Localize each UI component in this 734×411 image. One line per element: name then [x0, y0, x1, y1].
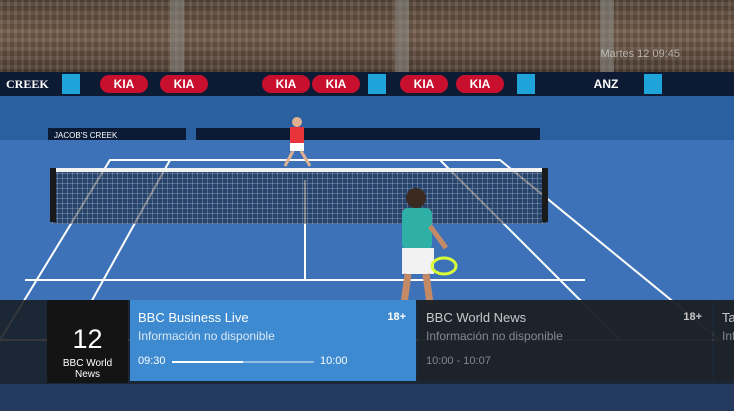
tournament-logo-icon — [644, 74, 662, 94]
program-info: Información no disponible — [138, 329, 275, 343]
tennis-net — [52, 168, 546, 224]
program-card-current[interactable]: BBC Business Live 18+ Información no dis… — [130, 300, 416, 381]
age-rating-badge: 18+ — [683, 311, 702, 323]
program-progress-bar — [172, 361, 314, 363]
sponsor-banner: CREEK KIA KIA KIA KIA KIA KIA ANZ — [0, 72, 734, 96]
banner-kia: KIA — [312, 75, 360, 93]
stadium-stairs — [395, 0, 409, 74]
program-info: Info — [722, 329, 734, 343]
tournament-logo-icon — [517, 74, 535, 94]
banner-anz: ANZ — [593, 77, 619, 91]
near-player — [400, 188, 458, 304]
program-card-next[interactable]: BBC World News 18+ Información no dispon… — [418, 300, 712, 381]
channel-badge: 12 BBC World News — [47, 300, 128, 383]
banner-kia: KIA — [456, 75, 504, 93]
age-rating-badge: 18+ — [387, 311, 406, 323]
clock-overlay: Martes 12 09:45 — [600, 48, 681, 60]
stadium-stairs — [170, 0, 184, 74]
program-card-following[interactable]: Tall Info — [714, 300, 734, 381]
net-post-right — [542, 168, 548, 222]
video-bottom-strip — [0, 384, 734, 411]
banner-kia: KIA — [262, 75, 310, 93]
program-title: Tall — [722, 310, 734, 325]
jacobs-creek-text: JACOB'S CREEK — [54, 131, 118, 140]
program-title: BBC Business Live — [138, 310, 249, 325]
stadium-crowd — [0, 0, 734, 78]
banner-kia: KIA — [100, 75, 148, 93]
banner-creek: CREEK — [6, 77, 49, 91]
banner-kia: KIA — [400, 75, 448, 93]
program-info: Información no disponible — [426, 329, 563, 343]
program-title: BBC World News — [426, 310, 527, 325]
far-player — [283, 117, 312, 167]
program-progress-fill — [172, 361, 243, 363]
banner-kia: KIA — [160, 75, 208, 93]
tournament-logo-icon — [62, 74, 80, 94]
tournament-logo-icon — [368, 74, 386, 94]
stadium-stairs — [600, 0, 614, 74]
program-start-time: 09:30 — [138, 355, 166, 367]
net-post-left — [50, 168, 56, 222]
program-time-range: 10:00 - 10:07 — [426, 355, 491, 367]
channel-name: BBC World News — [62, 358, 113, 380]
program-end-time: 10:00 — [320, 355, 348, 367]
channel-number: 12 — [72, 324, 103, 354]
